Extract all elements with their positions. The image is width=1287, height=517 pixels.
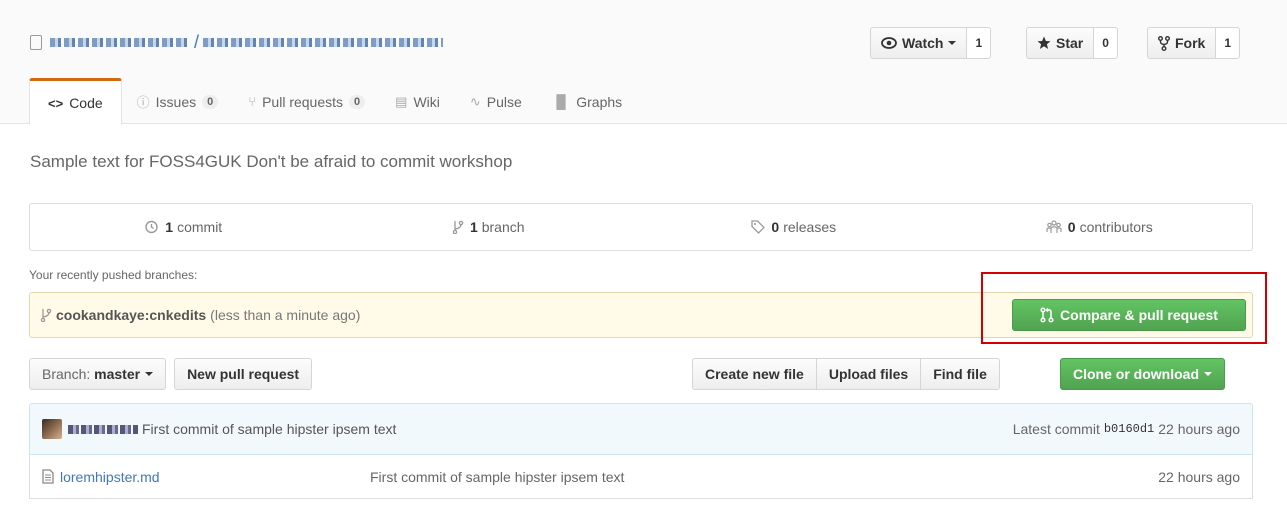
file-icon: [42, 469, 54, 484]
numbers-summary: 1 commit 1 branch 0 releases 0 contribut…: [29, 203, 1253, 251]
watch-count[interactable]: 1: [967, 27, 992, 59]
recent-branch-time: (less than a minute ago): [210, 307, 361, 323]
repo-separator: /: [194, 31, 200, 52]
new-pull-request-button[interactable]: New pull request: [174, 358, 313, 390]
repo-title: /: [30, 31, 444, 53]
chevron-down-icon: [145, 372, 154, 376]
tab-pull-requests-label: Pull requests: [262, 93, 344, 110]
eye-icon: [881, 37, 897, 49]
fork-label: Fork: [1175, 35, 1206, 51]
clone-download-button[interactable]: Clone or download: [1060, 358, 1225, 390]
branch-selector-group: Branch: master New pull request: [29, 358, 313, 390]
clone-label: Clone or download: [1073, 366, 1199, 382]
repo-icon: [30, 34, 42, 50]
tab-wiki[interactable]: ▤ Wiki: [380, 78, 455, 125]
star-icon: [1037, 36, 1051, 49]
tab-issues-label: Issues: [155, 93, 197, 110]
issues-counter: 0: [202, 94, 219, 109]
contributors-link[interactable]: 0 contributors: [947, 204, 1253, 250]
tab-code-label: Code: [69, 95, 103, 111]
pull-requests-counter: 0: [349, 94, 366, 109]
tab-wiki-label: Wiki: [413, 93, 440, 110]
chevron-down-icon: [1204, 372, 1212, 376]
tab-issues[interactable]: ⓘ Issues 0: [122, 78, 234, 125]
organization-icon: [1046, 220, 1062, 233]
star-button[interactable]: Star: [1026, 27, 1095, 59]
latest-commit-bar: First commit of sample hipster ipsem tex…: [29, 403, 1253, 455]
file-name-link[interactable]: loremhipster.md: [60, 469, 370, 485]
recent-branches-heading: Your recently pushed branches:: [29, 268, 198, 282]
repo-description: Sample text for FOSS4GUK Don't be afraid…: [30, 152, 513, 171]
branch-icon: [452, 220, 464, 234]
table-row: loremhipster.md First commit of sample h…: [29, 455, 1253, 499]
releases-link[interactable]: 0 releases: [641, 204, 947, 250]
watch-button[interactable]: Watch: [870, 27, 968, 59]
watch-label: Watch: [902, 35, 944, 51]
branches-count: 1: [469, 219, 478, 235]
pull-request-icon: ⑂: [248, 94, 257, 109]
tab-graphs-label: Graphs: [576, 93, 623, 110]
tab-pulse-label: Pulse: [486, 93, 522, 110]
file-actions-group: Create new file Upload files Find file: [692, 358, 1000, 390]
contributors-count: 0: [1067, 219, 1076, 235]
tab-code[interactable]: <> Code: [29, 78, 122, 125]
graph-icon: ▐▌: [551, 94, 571, 109]
avatar[interactable]: [42, 419, 62, 439]
pulse-icon: ∿: [469, 93, 481, 109]
tab-pull-requests[interactable]: ⑂ Pull requests 0: [233, 78, 380, 125]
repo-name-link[interactable]: [203, 37, 444, 47]
branch-icon: [40, 308, 52, 322]
repo-nav: <> Code ⓘ Issues 0 ⑂ Pull requests 0 ▤ W…: [29, 78, 637, 125]
repo-owner-link[interactable]: [50, 37, 190, 47]
latest-commit-prefix: Latest commit: [1012, 421, 1100, 437]
highlight-annotation-box: [981, 272, 1267, 344]
code-icon: <>: [48, 95, 64, 111]
commit-author-blurred[interactable]: [68, 424, 138, 434]
branch-prefix: Branch:: [42, 366, 91, 382]
commits-label: commit: [177, 219, 223, 235]
latest-commit-message[interactable]: First commit of sample hipster ipsem tex…: [142, 421, 396, 437]
star-group: Star 0: [1026, 27, 1118, 59]
fork-button[interactable]: Fork: [1147, 27, 1217, 59]
branches-label: branch: [481, 219, 525, 235]
branches-link[interactable]: 1 branch: [336, 204, 642, 250]
releases-count: 0: [771, 219, 780, 235]
branch-select-menu[interactable]: Branch: master: [29, 358, 167, 390]
fork-icon: [1158, 35, 1170, 51]
file-age: 22 hours ago: [1158, 468, 1240, 485]
book-icon: ▤: [395, 93, 408, 109]
chevron-down-icon: [948, 41, 957, 45]
upload-files-button[interactable]: Upload files: [815, 358, 922, 390]
issue-icon: ⓘ: [136, 95, 150, 110]
tag-icon: [751, 220, 766, 234]
tab-pulse[interactable]: ∿ Pulse: [455, 78, 537, 125]
releases-label: releases: [783, 219, 837, 235]
recent-branch-name: cookandkaye:cnkedits: [56, 307, 207, 323]
fork-group: Fork 1: [1147, 27, 1241, 59]
find-file-button[interactable]: Find file: [920, 358, 1000, 390]
commit-age: 22 hours ago: [1158, 421, 1240, 437]
star-count[interactable]: 0: [1094, 27, 1118, 59]
history-icon: [145, 220, 158, 234]
tab-graphs[interactable]: ▐▌ Graphs: [537, 78, 637, 125]
commits-count: 1: [165, 219, 174, 235]
create-new-file-button[interactable]: Create new file: [692, 358, 817, 390]
file-commit-message[interactable]: First commit of sample hipster ipsem tex…: [370, 469, 624, 485]
branch-name: master: [94, 366, 141, 382]
commits-link[interactable]: 1 commit: [30, 204, 336, 250]
star-label: Star: [1056, 35, 1084, 51]
commit-sha[interactable]: b0160d1: [1104, 422, 1154, 436]
contributors-label: contributors: [1079, 219, 1153, 235]
clone-group: Clone or download: [1060, 358, 1225, 390]
fork-count[interactable]: 1: [1216, 27, 1241, 59]
watch-group: Watch 1: [870, 27, 992, 59]
